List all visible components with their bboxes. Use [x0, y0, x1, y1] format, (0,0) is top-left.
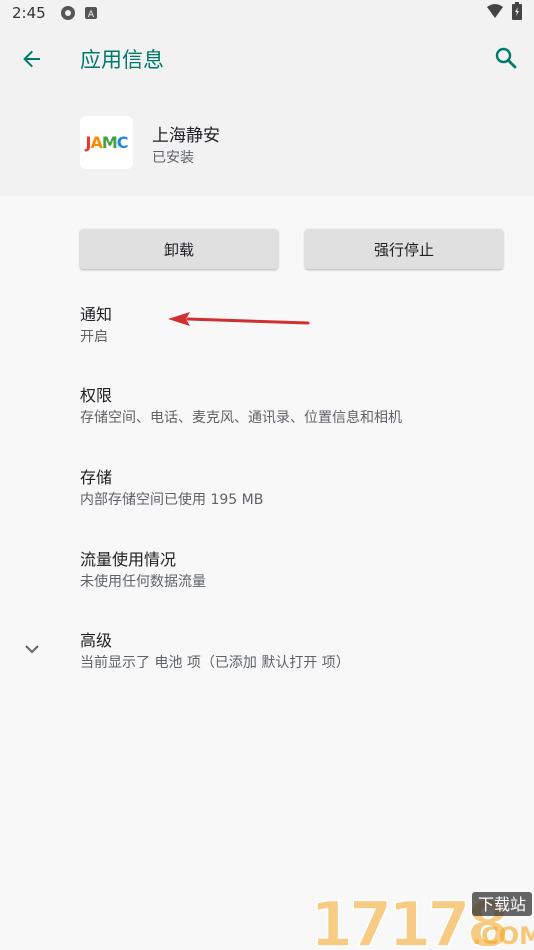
- app-bar: 应用信息: [0, 26, 534, 92]
- pref-title: 通知: [80, 305, 113, 324]
- app-install-status: 已安装: [152, 150, 194, 166]
- back-arrow-icon[interactable]: [18, 45, 46, 73]
- pref-summary: 未使用任何数据流量: [80, 574, 206, 590]
- status-bar: 2:45 A: [0, 0, 534, 26]
- force-stop-button[interactable]: 强行停止: [305, 229, 503, 269]
- svg-text:A: A: [88, 10, 95, 20]
- pref-summary: 存储空间、电话、麦克风、通讯录、位置信息和相机: [80, 410, 402, 426]
- app-logo-icon: JAMC: [80, 116, 133, 169]
- app-header: JAMC 上海静安 已安装: [0, 92, 534, 196]
- notification-a-icon: A: [84, 6, 98, 20]
- pref-title: 权限: [80, 386, 113, 405]
- pref-permissions[interactable]: 权限 存储空间、电话、麦克风、通讯录、位置信息和相机: [0, 382, 534, 452]
- chevron-down-icon: [20, 637, 44, 661]
- battery-icon: [512, 2, 522, 24]
- pref-summary: 当前显示了 电池 项（已添加 默认打开 项）: [80, 655, 350, 671]
- pref-advanced[interactable]: 高级 当前显示了 电池 项（已添加 默认打开 项）: [0, 627, 534, 697]
- uninstall-button[interactable]: 卸载: [80, 229, 278, 269]
- pref-summary: 内部存储空间已使用 195 MB: [80, 492, 264, 508]
- watermark-logo: 17178 下载站 .COM: [308, 884, 534, 950]
- annotation-arrow: [160, 308, 320, 334]
- search-icon[interactable]: [492, 44, 520, 72]
- pref-storage[interactable]: 存储 内部存储空间已使用 195 MB: [0, 464, 534, 534]
- app-name: 上海静安: [152, 126, 220, 146]
- pref-title: 高级: [80, 631, 113, 650]
- pref-data-usage[interactable]: 流量使用情况 未使用任何数据流量: [0, 546, 534, 616]
- watermark-site-label: 下载站: [478, 895, 526, 914]
- watermark-domain: .COM: [472, 922, 534, 950]
- pref-summary: 开启: [80, 329, 108, 345]
- pref-title: 存储: [80, 468, 113, 487]
- wifi-icon: [486, 3, 504, 23]
- pref-title: 流量使用情况: [80, 550, 177, 569]
- page-title: 应用信息: [80, 48, 164, 72]
- status-time: 2:45: [12, 4, 46, 22]
- sync-icon: [60, 5, 76, 21]
